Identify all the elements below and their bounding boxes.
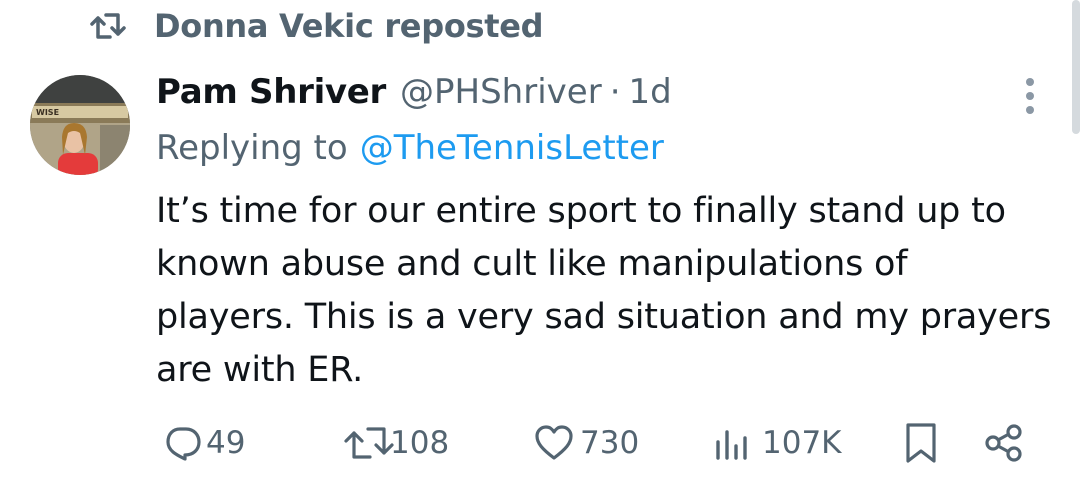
like-count: 730 (580, 425, 640, 461)
repost-button[interactable]: 108 (342, 415, 449, 471)
bookmark-button[interactable] (904, 415, 938, 471)
repost-banner: Donna Vekic reposted (88, 6, 544, 46)
avatar-sign-text: WISE (36, 108, 59, 117)
reply-icon (164, 424, 202, 462)
share-icon (984, 423, 1024, 463)
author-name[interactable]: Pam Shriver (156, 72, 386, 112)
tweet-text: It’s time for our entire sport to finall… (156, 191, 1052, 390)
heart-icon (534, 424, 574, 462)
views-chart-icon (712, 424, 752, 462)
share-button[interactable] (984, 415, 1024, 471)
views-count: 107K (762, 425, 842, 461)
repost-icon (88, 11, 128, 41)
repost-count: 108 (390, 425, 450, 461)
scrollbar[interactable] (1072, 0, 1080, 134)
views-button[interactable]: 107K (712, 415, 842, 471)
replying-to: Replying to @TheTennisLetter (156, 124, 664, 172)
repost-action-icon (342, 424, 396, 462)
tweet-timestamp[interactable]: 1d (629, 72, 672, 112)
separator-dot: · (609, 72, 621, 112)
avatar[interactable]: WISE (30, 75, 130, 175)
bookmark-icon (904, 422, 938, 464)
reply-button[interactable]: 49 (164, 415, 245, 471)
like-button[interactable]: 730 (534, 415, 639, 471)
reply-count: 49 (206, 425, 246, 461)
author-handle[interactable]: @PHShriver (400, 72, 602, 112)
reply-target-link[interactable]: @TheTennisLetter (360, 128, 664, 168)
tweet-actions: 49 108 730 107K (156, 415, 1036, 471)
replying-to-label: Replying to (156, 128, 348, 168)
repost-label[interactable]: Donna Vekic reposted (154, 7, 544, 45)
more-options-icon[interactable] (1016, 76, 1044, 116)
tweet-header: Pam Shriver @PHShriver · 1d (156, 68, 672, 116)
